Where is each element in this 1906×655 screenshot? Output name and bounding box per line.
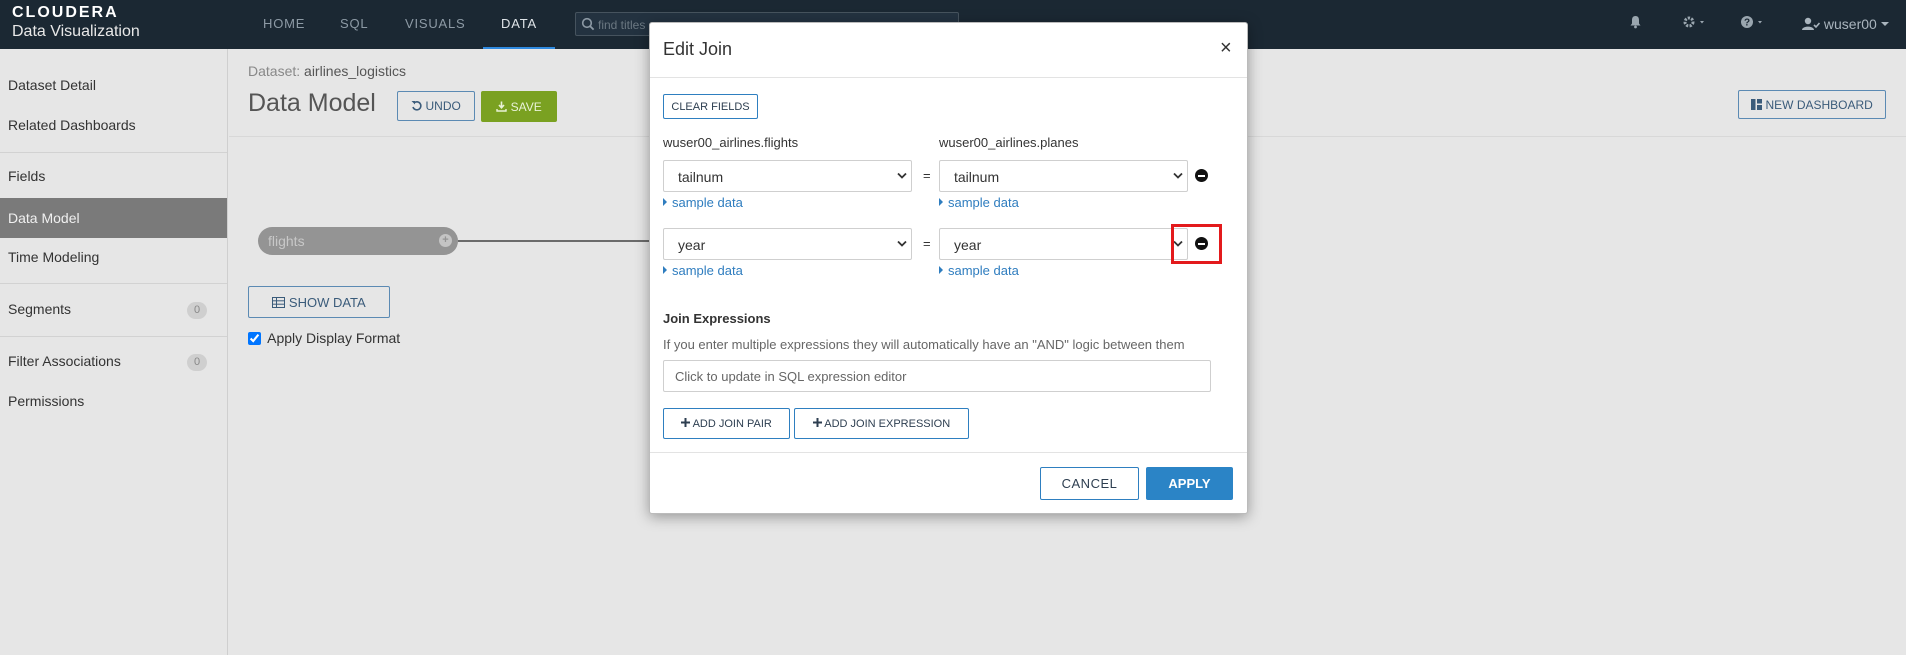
sidebar-item-segments[interactable]: Segments: [8, 301, 71, 317]
left-column-select[interactable]: year: [663, 228, 912, 260]
selected-value: year: [678, 237, 706, 253]
sample-data-label: sample data: [948, 263, 1019, 278]
close-icon[interactable]: ×: [1220, 37, 1232, 60]
sidebar-item-time-modeling[interactable]: Time Modeling: [8, 249, 99, 265]
logo-subtitle: Data Visualization: [12, 23, 140, 40]
save-label: SAVE: [510, 99, 542, 114]
join-expressions-title: Join Expressions: [663, 311, 771, 326]
right-column-select[interactable]: tailnum: [939, 160, 1188, 192]
sample-data-label: sample data: [672, 195, 743, 210]
add-join-pair-label: ADD JOIN PAIR: [692, 417, 772, 430]
bell-icon[interactable]: [1629, 15, 1642, 32]
add-join-icon[interactable]: +: [439, 234, 452, 247]
sample-data-link[interactable]: sample data: [663, 195, 743, 210]
nav-tab-visuals[interactable]: VISUALS: [405, 16, 466, 31]
nav-tab-home[interactable]: HOME: [263, 16, 305, 31]
sample-data-link[interactable]: sample data: [939, 195, 1019, 210]
equals-sign: =: [923, 236, 931, 251]
selected-value: tailnum: [678, 169, 724, 185]
plus-icon: [812, 417, 822, 427]
apply-display-format[interactable]: Apply Display Format: [248, 330, 400, 346]
chevron-down-icon: [897, 172, 907, 179]
join-expressions-help: If you enter multiple expressions they w…: [663, 337, 1185, 352]
save-button[interactable]: SAVE: [481, 91, 557, 122]
show-data-label: SHOW DATA: [288, 294, 366, 310]
new-dashboard-label: NEW DASHBOARD: [1765, 97, 1873, 112]
nav-tab-data[interactable]: DATA: [501, 16, 537, 31]
user-menu[interactable]: wuser00: [1802, 16, 1889, 32]
sample-data-label: sample data: [672, 263, 743, 278]
selected-value: tailnum: [954, 169, 1000, 185]
plus-icon: [681, 417, 691, 427]
page-title: Data Model: [248, 89, 376, 117]
right-column-select[interactable]: year: [939, 228, 1188, 260]
sidebar-item-data-model[interactable]: Data Model: [0, 198, 227, 238]
svg-text:?: ?: [1744, 18, 1750, 29]
highlight-box: [1171, 224, 1222, 264]
sidebar-divider: [0, 152, 227, 153]
chevron-down-icon: [897, 240, 907, 247]
sidebar-divider: [0, 336, 227, 337]
sample-data-link[interactable]: sample data: [663, 263, 743, 278]
undo-icon: [411, 101, 422, 111]
sidebar: Dataset Detail Related Dashboards Fields…: [0, 49, 228, 655]
user-name: wuser00: [1823, 16, 1877, 32]
segments-count-badge: 0: [187, 302, 207, 319]
filter-associations-count-badge: 0: [187, 354, 207, 371]
modal-header-divider: [650, 77, 1247, 78]
user-icon: [1802, 17, 1821, 30]
table-node-flights[interactable]: flights +: [258, 227, 458, 255]
add-join-pair-button[interactable]: ADD JOIN PAIR: [663, 408, 790, 439]
gear-icon[interactable]: [1682, 15, 1706, 32]
app-logo[interactable]: CLOUDERA Data Visualization: [12, 4, 140, 41]
undo-label: UNDO: [425, 99, 461, 113]
sidebar-divider: [0, 283, 227, 284]
search-icon: [581, 17, 595, 31]
caret-right-icon: [939, 198, 943, 206]
selected-value: year: [954, 237, 982, 253]
clear-fields-button[interactable]: CLEAR FIELDS: [663, 94, 758, 119]
right-table-name: wuser00_airlines.planes: [939, 135, 1079, 150]
equals-sign: =: [923, 168, 931, 183]
logo-brand: CLOUDERA: [12, 4, 119, 21]
sql-expression-input[interactable]: [663, 360, 1211, 392]
sidebar-item-dataset-detail[interactable]: Dataset Detail: [8, 77, 96, 93]
table-icon: [272, 296, 286, 308]
remove-join-pair-icon[interactable]: [1195, 169, 1208, 182]
dataset-prefix: Dataset:: [248, 63, 301, 79]
edit-join-modal: Edit Join × CLEAR FIELDS wuser00_airline…: [649, 22, 1248, 514]
modal-title: Edit Join: [663, 39, 733, 59]
modal-footer-divider: [650, 452, 1247, 453]
sidebar-item-label: Data Model: [8, 210, 80, 226]
dataset-breadcrumb: Dataset: airlines_logistics: [248, 63, 406, 79]
dataset-name: airlines_logistics: [304, 63, 406, 79]
show-data-button[interactable]: SHOW DATA: [248, 286, 390, 318]
caret-right-icon: [663, 266, 667, 274]
caret-right-icon: [663, 198, 667, 206]
caret-down-icon: [1880, 22, 1889, 26]
chevron-down-icon: [1173, 172, 1183, 179]
sample-data-label: sample data: [948, 195, 1019, 210]
dashboard-icon: [1751, 98, 1763, 110]
cancel-button[interactable]: CANCEL: [1040, 467, 1139, 500]
apply-display-format-label: Apply Display Format: [267, 330, 401, 346]
nav-tab-sql[interactable]: SQL: [340, 16, 368, 31]
undo-button[interactable]: UNDO: [397, 91, 475, 121]
apply-button[interactable]: APPLY: [1146, 467, 1233, 500]
left-column-select[interactable]: tailnum: [663, 160, 912, 192]
add-join-expression-label: ADD JOIN EXPRESSION: [824, 417, 951, 430]
sidebar-item-related-dashboards[interactable]: Related Dashboards: [8, 117, 136, 133]
download-icon: [496, 101, 507, 112]
caret-right-icon: [939, 266, 943, 274]
left-table-name: wuser00_airlines.flights: [663, 135, 799, 150]
sidebar-item-filter-associations[interactable]: Filter Associations: [8, 353, 121, 369]
add-join-expression-button[interactable]: ADD JOIN EXPRESSION: [794, 408, 969, 439]
sample-data-link[interactable]: sample data: [939, 263, 1019, 278]
sidebar-item-fields[interactable]: Fields: [8, 168, 45, 184]
help-icon[interactable]: ?: [1740, 15, 1764, 32]
table-node-label: flights: [268, 233, 305, 249]
apply-display-format-checkbox[interactable]: [248, 332, 261, 345]
sidebar-item-permissions[interactable]: Permissions: [8, 393, 84, 409]
new-dashboard-button[interactable]: NEW DASHBOARD: [1738, 90, 1886, 119]
